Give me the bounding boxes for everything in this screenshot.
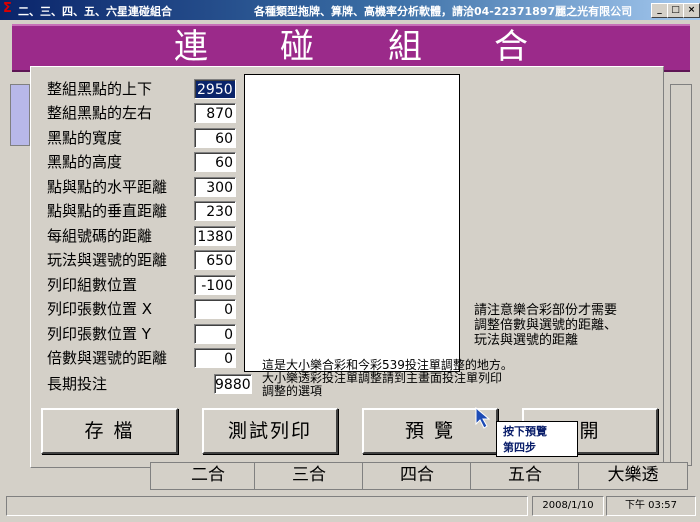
page-banner: 連 碰 組 合 [12, 24, 690, 72]
field-input[interactable]: 0 [194, 324, 236, 344]
preview-tooltip: 按下預覽 第四步 [496, 421, 578, 457]
field-label: 點與點的水平距離 [47, 178, 168, 196]
print-preview-area [244, 74, 460, 372]
mouse-cursor-icon [475, 406, 491, 429]
field-input[interactable]: 870 [194, 103, 236, 123]
note-line: 玩法與選號的距離 [474, 333, 579, 348]
field-input[interactable]: 2950 [194, 79, 236, 99]
note-line: 請注意樂合彩部份才需要 [474, 303, 618, 318]
test-print-button[interactable]: 測試列印 [202, 408, 338, 454]
field-label: 列印張數位置 X [47, 300, 153, 318]
field-input[interactable]: 9880 [214, 374, 252, 394]
tab-five[interactable]: 五合 [470, 462, 580, 490]
tab-two[interactable]: 二合 [150, 462, 266, 490]
field-input[interactable]: 60 [194, 128, 236, 148]
window-title-ad: 各種類型拖牌、算牌、高機率分析軟體，請洽04-22371897麗之光有限公司 [254, 5, 633, 18]
banner-char: 合 [494, 27, 528, 67]
field-label: 整組黑點的左右 [47, 104, 153, 122]
banner-char: 連 [174, 27, 208, 67]
field-label: 黑點的寬度 [47, 129, 123, 147]
field-label: 列印張數位置 Y [47, 325, 151, 343]
field-input[interactable]: 0 [194, 348, 236, 368]
tab-three[interactable]: 三合 [254, 462, 364, 490]
status-message [6, 496, 528, 516]
banner-char: 組 [388, 27, 422, 67]
status-time: 下午 03:57 [606, 496, 696, 516]
tooltip-line: 按下預覽 [503, 425, 547, 438]
status-date: 2008/1/10 [532, 496, 604, 516]
field-label: 列印組數位置 [47, 276, 138, 294]
field-label: 長期投注 [47, 375, 108, 393]
field-label: 玩法與選號的距離 [47, 251, 168, 269]
field-label: 點與點的垂直距離 [47, 202, 168, 220]
field-input[interactable]: 1380 [194, 226, 236, 246]
title-bar: Σ 二、三、四、五、六星連碰組合 各種類型拖牌、算牌、高機率分析軟體，請洽04-… [0, 0, 700, 20]
field-label: 倍數與選號的距離 [47, 349, 168, 367]
status-bar: 2008/1/10 下午 03:57 [0, 492, 700, 522]
field-input[interactable]: 60 [194, 152, 236, 172]
tab-four[interactable]: 四合 [362, 462, 472, 490]
field-input[interactable]: 650 [194, 250, 236, 270]
note-line: 調整倍數與選號的距離、 [474, 318, 618, 333]
background-frame [10, 84, 30, 146]
lottery-note: 請注意樂合彩部份才需要 調整倍數與選號的距離、 玩法與選號的距離 [474, 303, 617, 348]
app-sigma-icon: Σ [3, 1, 12, 16]
field-input[interactable]: 230 [194, 201, 236, 221]
minimize-button[interactable]: _ [651, 3, 668, 18]
field-label: 每組號碼的距離 [47, 227, 153, 245]
save-button[interactable]: 存 檔 [41, 408, 178, 454]
field-input[interactable]: 0 [194, 299, 236, 319]
field-input[interactable]: 300 [194, 177, 236, 197]
tooltip-line: 第四步 [503, 441, 536, 454]
field-label: 整組黑點的上下 [47, 80, 153, 98]
background-frame [670, 84, 692, 466]
maximize-button[interactable]: □ [667, 3, 684, 18]
ticket-note: 這是大小樂合彩和今彩539投注單調整的地方。 大小樂透彩投注單調整請到主畫面投注… [262, 359, 513, 398]
banner-char: 碰 [280, 27, 314, 67]
close-button[interactable]: × [683, 3, 700, 18]
tab-big-lotto[interactable]: 大樂透 [578, 462, 688, 490]
field-input[interactable]: -100 [194, 275, 236, 295]
note-line: 調整的選項 [262, 384, 323, 398]
field-label: 黑點的高度 [47, 153, 123, 171]
window-title: 二、三、四、五、六星連碰組合 [18, 5, 172, 18]
